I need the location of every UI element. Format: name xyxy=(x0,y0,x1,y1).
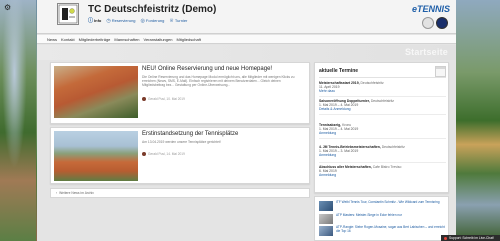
chat-status-icon xyxy=(444,236,447,240)
event-link[interactable]: Details & Anmeldung xyxy=(319,107,446,111)
subnav-forderung[interactable]: ◎ Forderung xyxy=(141,18,165,24)
chevron-right-icon: › xyxy=(56,191,58,195)
external-news-text[interactable]: ATP Masters: Meister-Siege in Ecke fehle… xyxy=(336,213,402,224)
club-crest-icon xyxy=(58,4,78,24)
nav-mitgliedschaft[interactable]: Mitgliedschaft xyxy=(176,37,200,42)
gear-icon[interactable]: ⚙ xyxy=(4,3,11,12)
external-news-text[interactable]: ATP-Rangie: Siebe Rogen-Mosaine, sogar a… xyxy=(336,225,447,236)
events-panel: aktuelle Termine Meisterschaftsstart 201… xyxy=(314,62,449,193)
nav-news[interactable]: News xyxy=(47,37,57,42)
target-icon: ◎ xyxy=(140,17,145,24)
subnav-turnier-label: Turnier xyxy=(174,18,188,23)
news-meta: Gerald Pusl, 10. Mai 2019 xyxy=(142,97,185,101)
club-logo[interactable] xyxy=(57,3,79,25)
external-news-panel: ITF Weibl Tennis Tour, Constantin Schmit… xyxy=(314,196,449,241)
external-news-text[interactable]: ITF Weibl Tennis Tour, Constantin Schmit… xyxy=(336,200,440,211)
page-banner: Startseite xyxy=(37,45,456,60)
avatar xyxy=(142,97,146,101)
news-title[interactable]: Erstinstandsetzung der Tennisplätze xyxy=(142,131,238,137)
main-nav: News Kontakt Mitgliederbeiträge Mannscha… xyxy=(37,35,456,44)
event-place: Cafe Bistro Treviso xyxy=(372,165,402,169)
divider xyxy=(319,138,446,139)
background-left xyxy=(0,0,36,241)
subnav-turnier[interactable]: ♕ Turnier xyxy=(169,18,187,24)
divider xyxy=(319,114,446,115)
event-item[interactable]: Abschluss aller Meisterschaften, Cafe Bi… xyxy=(319,165,446,178)
news-excerpt: Die Online Reservierung und das Homepage… xyxy=(142,75,295,88)
subnav-reservierung[interactable]: ◷ Reservierung xyxy=(106,18,135,24)
subnav-reservierung-label: Reservierung xyxy=(111,18,136,23)
news-image[interactable] xyxy=(54,66,138,118)
news-title[interactable]: NEU! Online Reservierung und neue Homepa… xyxy=(142,66,272,72)
news-thumbnail xyxy=(319,214,333,224)
sponsor-badge xyxy=(436,17,448,29)
clock-icon: ◷ xyxy=(106,17,111,24)
event-place: Deutschfeistritz xyxy=(381,145,405,149)
page-title: Startseite xyxy=(404,47,448,57)
news-author-date: Gerald Pusl, 10. Mai 2019 xyxy=(148,97,185,101)
external-news-item[interactable]: ITF Weibl Tennis Tour, Constantin Schmit… xyxy=(319,200,447,211)
background-right xyxy=(456,0,500,241)
live-chat-label: Support: Schreib im Live-Chat! xyxy=(449,236,494,240)
info-icon: ⓘ xyxy=(88,18,94,24)
federation-badge xyxy=(422,17,434,29)
event-place: Deutschfeistritz xyxy=(360,81,384,85)
nav-kontakt[interactable]: Kontakt xyxy=(61,37,75,42)
page-container: TC Deutschfeistritz (Demo) ⓘ Info ◷ Rese… xyxy=(37,0,456,241)
event-link[interactable]: Anmeldung xyxy=(319,173,446,177)
subnav-info-label: Info xyxy=(94,18,102,23)
event-link[interactable]: Anmeldung xyxy=(319,153,446,157)
event-link[interactable]: Anmeldung xyxy=(319,131,446,135)
divider xyxy=(319,162,446,163)
external-news-item[interactable]: ATP Masters: Meister-Siege in Ecke fehle… xyxy=(319,213,447,224)
events-title: aktuelle Termine xyxy=(319,68,359,74)
news-meta: Gerald Pusl, 14. Mai 2019 xyxy=(142,152,185,156)
event-item[interactable]: Meisterschaftsstart 2019, Deutschfeistri… xyxy=(319,81,446,94)
news-card[interactable]: Erstinstandsetzung der Tennisplätze Am 1… xyxy=(50,127,310,184)
event-item[interactable]: 4. JM Tennis-Betriebsmeisterschaften, De… xyxy=(319,145,446,158)
more-news-label: Weitere News im Archiv xyxy=(59,191,94,195)
etennis-logo[interactable]: eTENNIS xyxy=(400,4,450,30)
news-card[interactable]: NEU! Online Reservierung und neue Homepa… xyxy=(50,62,310,124)
event-item[interactable]: Tennisabzeig, Kronu 1. Mai 2019 – 4. Mai… xyxy=(319,123,446,136)
subnav-info[interactable]: ⓘ Info xyxy=(88,17,101,24)
event-item[interactable]: Saisoneröffnung Doppelturnier, Deutschfe… xyxy=(319,99,446,112)
club-title: TC Deutschfeistritz (Demo) xyxy=(88,4,217,15)
nav-mitgliedsbeitraege[interactable]: Mitgliederbeiträge xyxy=(79,37,111,42)
subnav-forderung-label: Forderung xyxy=(145,18,165,23)
external-news-item[interactable]: ATP-Rangie: Siebe Rogen-Mosaine, sogar a… xyxy=(319,225,447,236)
more-news-link[interactable]: › Weitere News im Archiv xyxy=(50,188,310,198)
news-thumbnail xyxy=(319,201,333,211)
header-subnav: ⓘ Info ◷ Reservierung ◎ Forderung ♕ Turn… xyxy=(88,17,187,25)
brand-name: eTENNIS xyxy=(411,4,450,14)
trophy-icon: ♕ xyxy=(169,17,174,24)
calendar-icon[interactable] xyxy=(435,66,446,77)
news-excerpt: Am 13.04.2019 werden unsere Tennisplätze… xyxy=(142,140,221,144)
nav-mannschaften[interactable]: Mannschaften xyxy=(114,37,139,42)
avatar xyxy=(142,152,146,156)
news-thumbnail xyxy=(319,226,333,236)
news-image[interactable] xyxy=(54,131,138,181)
event-place: Deutschfeistritz xyxy=(370,99,395,103)
news-author-date: Gerald Pusl, 14. Mai 2019 xyxy=(148,152,185,156)
site-header: TC Deutschfeistritz (Demo) ⓘ Info ◷ Rese… xyxy=(37,0,456,34)
event-link[interactable]: Mehr dazu xyxy=(319,89,446,93)
events-header: aktuelle Termine xyxy=(319,66,446,78)
live-chat-button[interactable]: Support: Schreib im Live-Chat! xyxy=(441,235,500,241)
divider xyxy=(319,96,446,97)
nav-veranstaltungen[interactable]: Veranstaltungen xyxy=(144,37,173,42)
